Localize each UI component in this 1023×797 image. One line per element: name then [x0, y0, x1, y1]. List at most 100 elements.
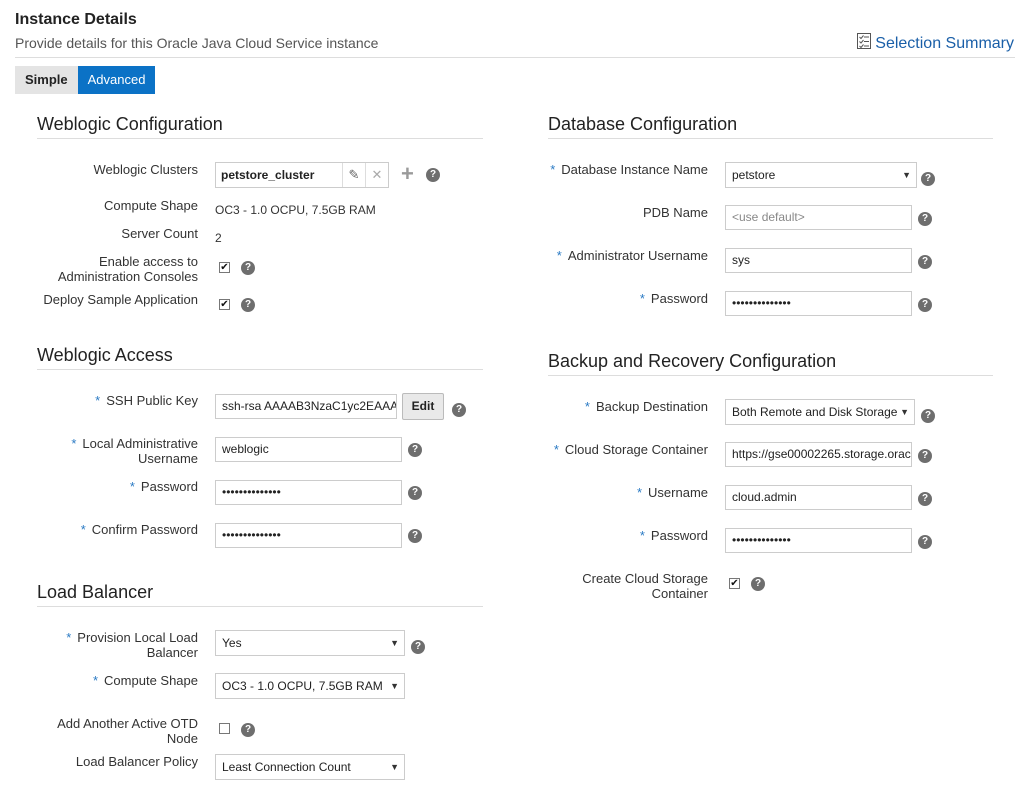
- required-asterisk: *: [80, 522, 86, 537]
- required-asterisk: *: [639, 291, 645, 306]
- deploy-sample-checkbox[interactable]: ✔: [219, 299, 230, 310]
- help-icon[interactable]: ?: [751, 577, 765, 591]
- pdb-name-field[interactable]: <use default>: [725, 205, 912, 230]
- help-icon[interactable]: ?: [918, 255, 932, 269]
- backup-config-divider: [548, 375, 993, 376]
- deploy-sample-label: Deploy Sample Application: [43, 292, 198, 307]
- backup-dest-select[interactable]: Both Remote and Disk Storage ▼: [725, 399, 915, 425]
- required-asterisk: *: [639, 528, 645, 543]
- ssh-key-field[interactable]: ssh-rsa AAAAB3NzaC1yc2EAAA: [215, 394, 397, 419]
- selection-summary-link[interactable]: Selection Summary: [857, 33, 1014, 54]
- create-container-label: Create Cloud Storage Container: [582, 571, 708, 601]
- db-name-label: * Database Instance Name: [550, 162, 708, 177]
- confirm-password-field[interactable]: ••••••••••••••: [215, 523, 402, 548]
- backup-password-label: * Password: [639, 528, 708, 543]
- backup-username-label: * Username: [636, 485, 708, 500]
- load-balancer-divider: [37, 606, 483, 607]
- mode-tabs: Simple Advanced: [15, 66, 156, 94]
- db-password-label: * Password: [639, 291, 708, 306]
- required-asterisk: *: [129, 479, 135, 494]
- server-count-label: Server Count: [121, 226, 198, 241]
- enable-access-checkbox[interactable]: ✔: [219, 262, 230, 273]
- lb-policy-label: Load Balancer Policy: [75, 754, 198, 769]
- server-count-value: 2: [215, 231, 222, 245]
- cloud-container-label: * Cloud Storage Container: [553, 442, 708, 457]
- provision-lb-select[interactable]: Yes ▼: [215, 630, 405, 656]
- weblogic-clusters-label: Weblogic Clusters: [93, 162, 198, 177]
- tab-advanced[interactable]: Advanced: [77, 66, 156, 94]
- confirm-password-label: * Confirm Password: [80, 522, 198, 537]
- required-asterisk: *: [584, 399, 590, 414]
- help-icon[interactable]: ?: [241, 723, 255, 737]
- compute-shape-label: Compute Shape: [104, 198, 198, 213]
- help-icon[interactable]: ?: [918, 449, 932, 463]
- help-icon[interactable]: ?: [241, 261, 255, 275]
- help-icon[interactable]: ?: [921, 409, 935, 423]
- pencil-icon[interactable]: ✎: [343, 163, 366, 187]
- enable-access-label-line1: Enable access to: [98, 254, 198, 269]
- db-name-select[interactable]: petstore ▼: [725, 162, 917, 188]
- otd-node-label: Add Another Active OTD Node: [57, 716, 198, 746]
- help-icon[interactable]: ?: [921, 172, 935, 186]
- help-icon[interactable]: ?: [452, 403, 466, 417]
- required-asterisk: *: [95, 393, 101, 408]
- backup-username-field[interactable]: cloud.admin: [725, 485, 912, 510]
- pdb-name-label: PDB Name: [642, 205, 708, 220]
- weblogic-cluster-field: petstore_cluster ✎ ✕: [215, 162, 389, 188]
- chevron-down-icon: ▼: [390, 638, 399, 648]
- chevron-down-icon: ▼: [390, 681, 399, 691]
- help-icon[interactable]: ?: [918, 492, 932, 506]
- help-icon[interactable]: ?: [918, 212, 932, 226]
- db-admin-user-label: * Administrator Username: [556, 248, 708, 263]
- required-asterisk: *: [636, 485, 643, 500]
- weblogic-access-divider: [37, 369, 483, 370]
- help-icon[interactable]: ?: [918, 298, 932, 312]
- page-subtitle: Provide details for this Oracle Java Clo…: [15, 35, 379, 51]
- admin-username-field[interactable]: weblogic: [215, 437, 402, 462]
- db-admin-user-field[interactable]: sys: [725, 248, 912, 273]
- help-icon[interactable]: ?: [241, 298, 255, 312]
- enable-access-label-line2: Administration Consoles: [57, 269, 198, 284]
- db-password-field[interactable]: ••••••••••••••: [725, 291, 912, 316]
- weblogic-config-divider: [37, 138, 483, 139]
- close-icon[interactable]: ✕: [366, 163, 388, 187]
- chevron-down-icon: ▼: [902, 170, 911, 180]
- required-asterisk: *: [92, 673, 99, 688]
- backup-config-title: Backup and Recovery Configuration: [548, 351, 837, 371]
- lb-shape-label: * Compute Shape: [92, 673, 198, 688]
- help-icon[interactable]: ?: [408, 529, 422, 543]
- required-asterisk: *: [71, 436, 77, 451]
- required-asterisk: *: [66, 630, 72, 645]
- ssh-key-label: * SSH Public Key: [95, 393, 198, 408]
- edit-ssh-button[interactable]: Edit: [402, 393, 444, 420]
- help-icon[interactable]: ?: [408, 443, 422, 457]
- checklist-icon: [857, 33, 872, 54]
- otd-node-checkbox[interactable]: [219, 723, 230, 734]
- lb-policy-select[interactable]: Least Connection Count ▼: [215, 754, 405, 780]
- header-divider: [15, 57, 1015, 58]
- chevron-down-icon: ▼: [900, 407, 909, 417]
- required-asterisk: *: [550, 162, 556, 177]
- database-config-divider: [548, 138, 993, 139]
- add-cluster-plus-icon[interactable]: +: [401, 163, 414, 185]
- cloud-container-field[interactable]: https://gse00002265.storage.oracle: [725, 442, 912, 467]
- help-icon[interactable]: ?: [918, 535, 932, 549]
- compute-shape-value: OC3 - 1.0 OCPU, 7.5GB RAM: [215, 203, 376, 217]
- tab-simple[interactable]: Simple: [15, 66, 78, 94]
- admin-user-label: * Local Administrative Username: [71, 436, 198, 466]
- wl-password-label: * Password: [129, 479, 198, 494]
- load-balancer-title: Load Balancer: [37, 582, 154, 602]
- wl-password-field[interactable]: ••••••••••••••: [215, 480, 402, 505]
- help-icon[interactable]: ?: [411, 640, 425, 654]
- provision-lb-label: * Provision Local Load Balancer: [66, 630, 198, 660]
- required-asterisk: *: [556, 248, 562, 263]
- help-icon[interactable]: ?: [408, 486, 422, 500]
- weblogic-access-title: Weblogic Access: [37, 345, 173, 365]
- help-icon[interactable]: ?: [426, 168, 440, 182]
- create-container-checkbox[interactable]: ✔: [729, 578, 740, 589]
- cluster-name: petstore_cluster: [216, 163, 343, 187]
- backup-dest-label: * Backup Destination: [584, 399, 708, 414]
- lb-shape-select[interactable]: OC3 - 1.0 OCPU, 7.5GB RAM ▼: [215, 673, 405, 699]
- required-asterisk: *: [553, 442, 559, 457]
- backup-password-field[interactable]: ••••••••••••••: [725, 528, 912, 553]
